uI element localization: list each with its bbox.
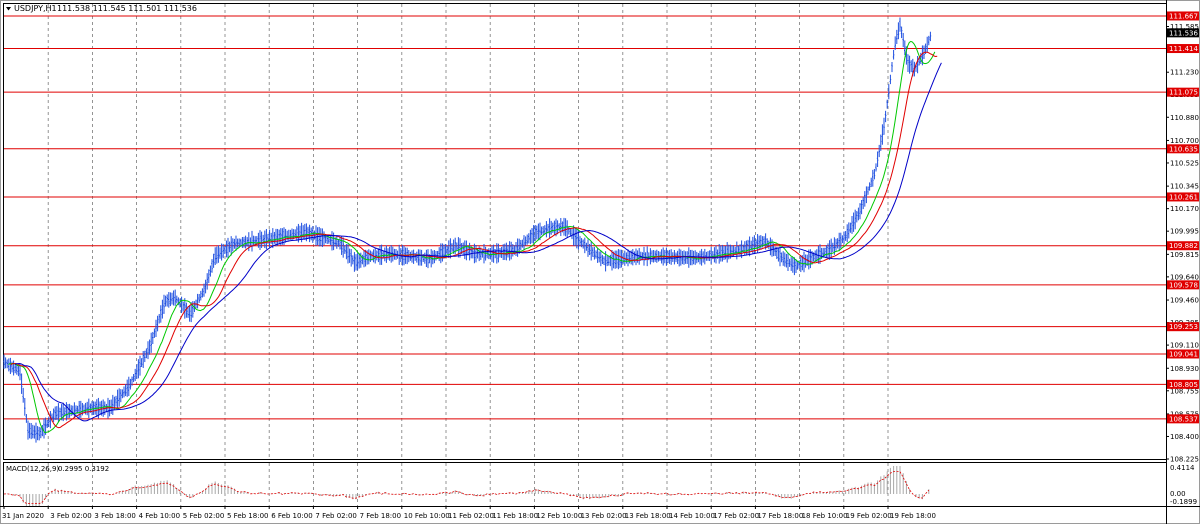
macd-axis-bottom: -0.1899 [1170, 498, 1197, 506]
time-label: 11 Feb 02:00 [448, 512, 494, 520]
time-label: 11 Feb 18:00 [492, 512, 538, 520]
price-tick-label: 110.700 [1170, 137, 1199, 145]
time-label: 19 Feb 18:00 [890, 512, 936, 520]
time-label: 10 Feb 10:00 [404, 512, 450, 520]
level-label: 111.667 [1169, 12, 1198, 20]
symbol-label: USDJPY,H1 [14, 4, 57, 13]
time-label: 4 Feb 10:00 [139, 512, 180, 520]
time-label: 17 Feb 02:00 [713, 512, 759, 520]
level-label: 111.075 [1169, 89, 1198, 97]
time-label: 5 Feb 18:00 [227, 512, 268, 520]
macd-axis-top: 0.4114 [1170, 464, 1195, 472]
level-label: 110.635 [1169, 145, 1198, 153]
time-label: 7 Feb 18:00 [360, 512, 401, 520]
price-tick-label: 111.230 [1170, 69, 1199, 77]
price-tick-label: 110.345 [1170, 183, 1199, 191]
price-tick-label: 108.930 [1170, 365, 1199, 373]
price-tick-label: 109.815 [1170, 251, 1199, 259]
price-tick-label: 109.110 [1170, 342, 1199, 350]
current-price-marker: 111.536 [1167, 28, 1199, 37]
ohlc-values: 111.538 111.545 111.501 111.536 [57, 4, 197, 13]
level-label: 109.882 [1169, 242, 1198, 250]
time-label: 5 Feb 02:00 [183, 512, 224, 520]
level-label: 108.537 [1169, 415, 1198, 423]
time-label: 31 Jan 2020 [2, 512, 44, 520]
level-label: 110.261 [1169, 193, 1198, 201]
level-label: 109.041 [1169, 350, 1198, 358]
level-label: 108.805 [1169, 381, 1198, 389]
chart-frame [0, 0, 1200, 524]
macd-values: 0.2995 0.3192 [58, 465, 109, 473]
price-tick-label: 109.460 [1170, 297, 1199, 305]
macd-axis-mid: 0.00 [1170, 490, 1186, 498]
time-label: 3 Feb 18:00 [94, 512, 135, 520]
current-price-label: 111.536 [1169, 29, 1198, 37]
price-tick-label: 109.640 [1170, 273, 1199, 281]
time-label: 7 Feb 02:00 [315, 512, 356, 520]
time-label: 19 Feb 02:00 [846, 512, 892, 520]
level-label: 109.253 [1169, 323, 1198, 331]
time-label: 14 Feb 10:00 [669, 512, 715, 520]
time-label: 6 Feb 10:00 [271, 512, 312, 520]
price-tick-label: 110.170 [1170, 205, 1199, 213]
price-tick-label: 110.525 [1170, 159, 1199, 167]
level-label: 109.578 [1169, 281, 1198, 289]
price-tick-label: 110.880 [1170, 114, 1199, 122]
time-label: 18 Feb 10:00 [802, 512, 848, 520]
price-tick-label: 108.225 [1170, 456, 1199, 464]
time-label: 12 Feb 10:00 [536, 512, 582, 520]
time-label: 13 Feb 02:00 [581, 512, 627, 520]
time-label: 13 Feb 18:00 [625, 512, 671, 520]
time-label: 3 Feb 02:00 [50, 512, 91, 520]
price-tick-label: 108.400 [1170, 433, 1199, 441]
level-label: 111.414 [1169, 45, 1198, 53]
macd-label: MACD(12,26,9) [6, 465, 59, 473]
chart-header[interactable]: USDJPY,H1 111.538 111.545 111.501 111.53… [6, 4, 197, 13]
trading-chart[interactable]: 111.585111.410111.230111.055110.880110.7… [0, 0, 1200, 524]
time-label: 17 Feb 18:00 [757, 512, 803, 520]
price-tick-label: 109.995 [1170, 228, 1199, 236]
